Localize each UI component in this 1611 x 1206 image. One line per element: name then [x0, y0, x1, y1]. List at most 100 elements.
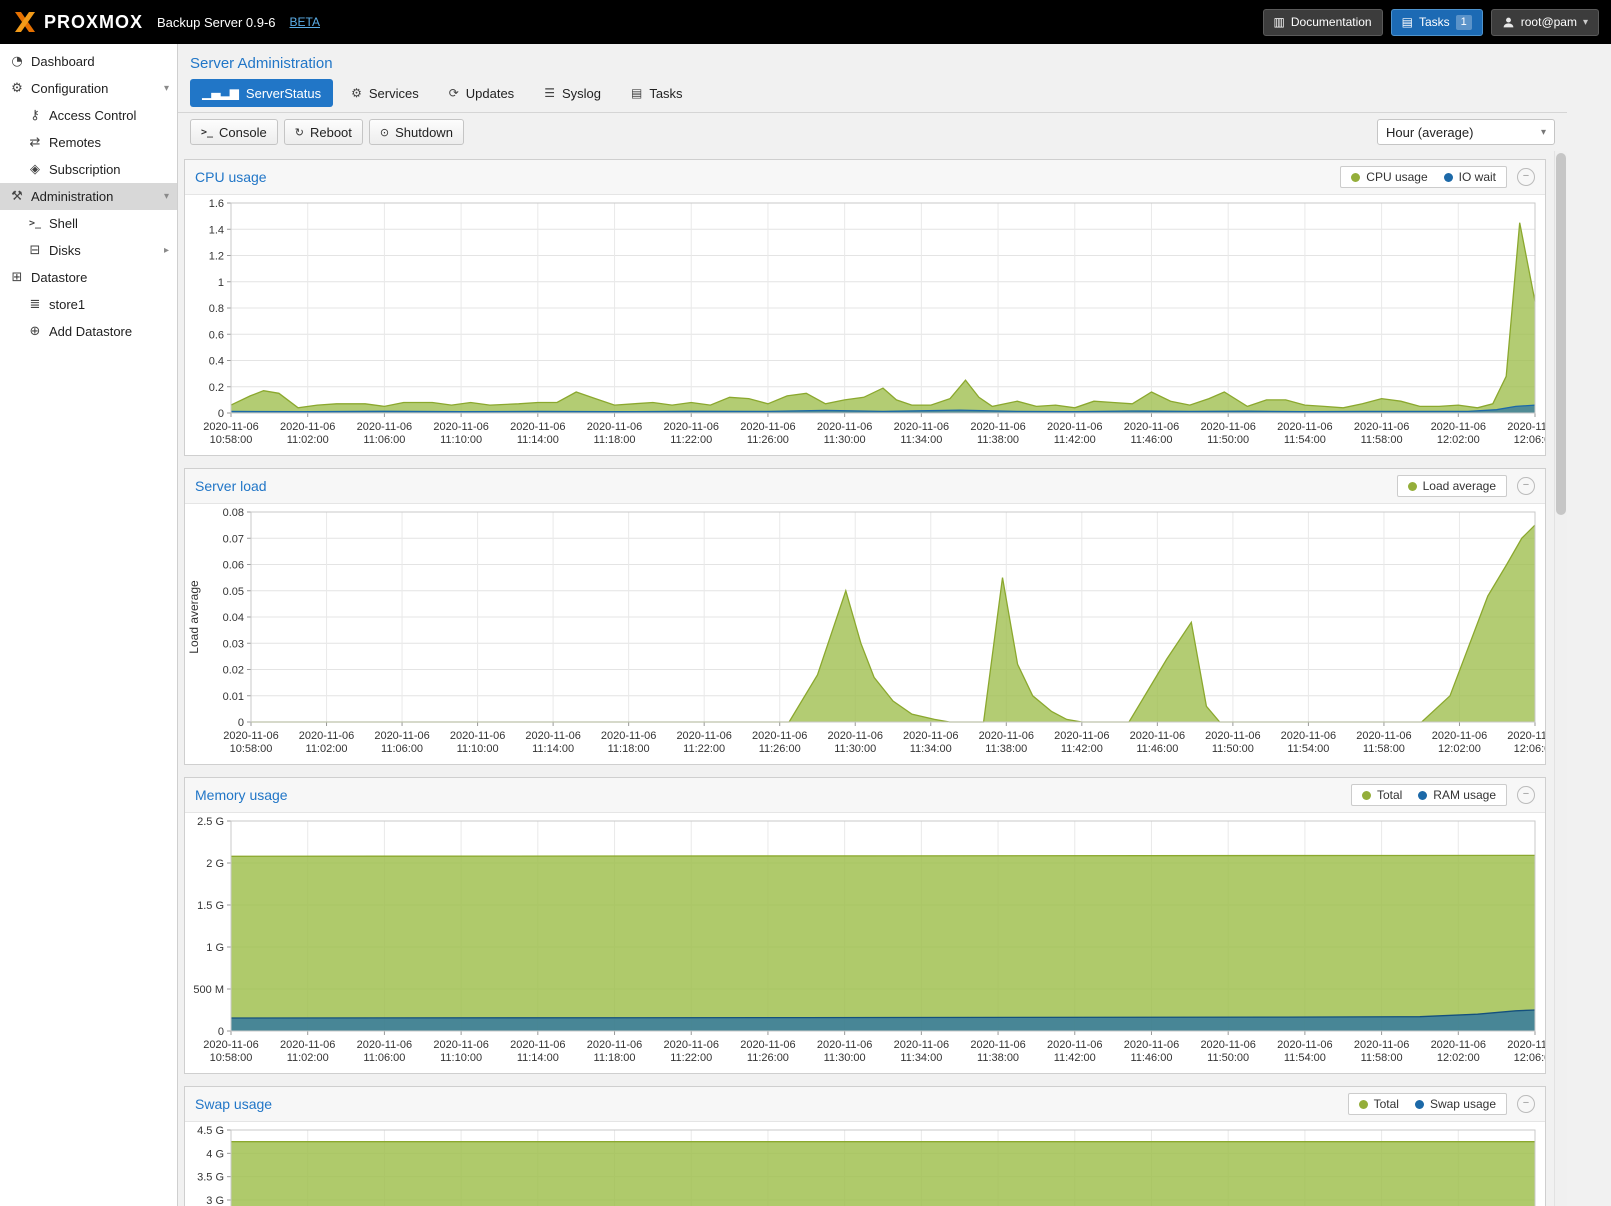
sidebar-item-label: Disks: [49, 243, 81, 258]
svg-text:1 G: 1 G: [206, 942, 224, 954]
svg-text:0.03: 0.03: [223, 638, 244, 650]
sidebar-item-administration[interactable]: ⚒ Administration ▾: [0, 183, 177, 210]
documentation-button[interactable]: ▥ Documentation: [1263, 9, 1383, 36]
sidebar-item-subscription[interactable]: ◈ Subscription: [0, 156, 177, 183]
svg-text:12:02:00: 12:02:00: [1437, 1052, 1480, 1064]
sidebar-item-label: Access Control: [49, 108, 136, 123]
svg-text:11:22:00: 11:22:00: [683, 743, 725, 755]
legend-dot: [1415, 1100, 1424, 1109]
svg-text:11:18:00: 11:18:00: [594, 1052, 636, 1064]
sidebar-item-remotes[interactable]: ⇄ Remotes: [0, 129, 177, 156]
sidebar-item-label: Add Datastore: [49, 324, 132, 339]
collapse-icon[interactable]: −: [1517, 786, 1535, 804]
sidebar-item-shell[interactable]: >_ Shell: [0, 210, 177, 237]
reboot-icon: ↻: [295, 126, 304, 139]
tab-services[interactable]: ⚙ Services: [339, 79, 431, 107]
svg-text:1.6: 1.6: [209, 198, 224, 210]
svg-text:11:26:00: 11:26:00: [759, 743, 801, 755]
svg-text:2020-11-06: 2020-11-06: [203, 1039, 258, 1051]
beta-link[interactable]: BETA: [290, 15, 320, 29]
svg-text:11:10:00: 11:10:00: [440, 434, 482, 446]
subscription-icon: ◈: [26, 162, 44, 177]
documentation-label: Documentation: [1291, 15, 1372, 29]
svg-text:2020-11-06: 2020-11-06: [510, 1039, 565, 1051]
reboot-label: Reboot: [310, 125, 352, 140]
svg-text:11:34:00: 11:34:00: [900, 434, 942, 446]
svg-text:11:10:00: 11:10:00: [440, 1052, 482, 1064]
app-window: PROXMOX Backup Server 0.9-6 BETA ▥ Docum…: [0, 0, 1611, 1206]
tasks-button[interactable]: ▤ Tasks 1: [1391, 9, 1483, 36]
svg-text:11:30:00: 11:30:00: [824, 434, 866, 446]
svg-text:11:10:00: 11:10:00: [457, 743, 499, 755]
svg-text:2020-11-06: 2020-11-06: [510, 421, 565, 433]
svg-text:12:02:00: 12:02:00: [1438, 743, 1481, 755]
sidebar-item-dashboard[interactable]: ◔ Dashboard: [0, 48, 177, 75]
sidebar-item-configuration[interactable]: ⚙ Configuration ▾: [0, 75, 177, 102]
collapse-icon[interactable]: −: [1517, 168, 1535, 186]
svg-text:11:26:00: 11:26:00: [747, 1052, 789, 1064]
legend-item[interactable]: Total: [1359, 1097, 1399, 1111]
svg-text:2020-11-06: 2020-11-06: [280, 421, 335, 433]
legend-dot: [1351, 173, 1360, 182]
main-panel: Server Administration ▁▄▂▆ ServerStatus …: [178, 44, 1611, 1206]
tab-serverstatus[interactable]: ▁▄▂▆ ServerStatus: [190, 79, 333, 107]
svg-text:2020-11-06: 2020-11-06: [1124, 421, 1179, 433]
svg-text:11:50:00: 11:50:00: [1207, 1052, 1249, 1064]
sidebar-item-label: Dashboard: [31, 54, 95, 69]
svg-text:2020-11-06: 2020-11-06: [1432, 730, 1487, 742]
sidebar-item-access-control[interactable]: ⚷ Access Control: [0, 102, 177, 129]
tab-tasks[interactable]: ▤ Tasks: [619, 79, 695, 107]
toolbar: >_ Console ↻ Reboot ⊙ Shutdown Hour (ave…: [178, 113, 1567, 151]
shutdown-button[interactable]: ⊙ Shutdown: [369, 119, 464, 145]
svg-text:2020-11-06: 2020-11-06: [740, 421, 795, 433]
collapse-icon[interactable]: −: [1517, 1095, 1535, 1113]
chevron-down-icon[interactable]: ▾: [164, 83, 169, 94]
sidebar-item-datastore[interactable]: ⊞ Datastore: [0, 264, 177, 291]
svg-text:11:14:00: 11:14:00: [517, 434, 559, 446]
svg-text:2020-11-06: 2020-11-06: [752, 730, 807, 742]
chevron-down-icon[interactable]: ▾: [164, 191, 169, 202]
svg-text:11:30:00: 11:30:00: [824, 1052, 866, 1064]
svg-text:0.08: 0.08: [223, 507, 244, 519]
svg-text:1.4: 1.4: [209, 224, 224, 236]
svg-text:11:22:00: 11:22:00: [670, 1052, 712, 1064]
console-button[interactable]: >_ Console: [190, 119, 278, 145]
svg-text:2.5 G: 2.5 G: [197, 816, 224, 828]
legend-item[interactable]: Load average: [1408, 479, 1496, 493]
legend-item[interactable]: RAM usage: [1418, 788, 1496, 802]
terminal-icon: >_: [201, 127, 213, 138]
panel-title: Swap usage: [195, 1096, 272, 1112]
tasks-count-badge: 1: [1456, 15, 1472, 30]
legend-item[interactable]: Total: [1362, 788, 1402, 802]
collapse-icon[interactable]: −: [1517, 477, 1535, 495]
svg-text:12:02:00: 12:02:00: [1437, 434, 1480, 446]
svg-text:1: 1: [218, 277, 224, 289]
svg-text:11:54:00: 11:54:00: [1287, 743, 1329, 755]
sidebar-item-add-datastore[interactable]: ⊕ Add Datastore: [0, 318, 177, 345]
sidebar-nav: ◔ Dashboard ⚙ Configuration ▾ ⚷ Access C…: [0, 44, 178, 1206]
svg-text:2020-11-06: 2020-11-06: [203, 421, 258, 433]
scrollbar-thumb[interactable]: [1556, 153, 1566, 515]
tab-updates[interactable]: ⟳ Updates: [437, 79, 526, 107]
svg-text:500 M: 500 M: [193, 984, 224, 996]
user-menu-button[interactable]: root@pam ▾: [1491, 9, 1599, 36]
proxmox-logo: PROXMOX: [12, 10, 143, 34]
legend-item[interactable]: Swap usage: [1415, 1097, 1496, 1111]
timeframe-select[interactable]: Hour (average) ▾: [1377, 119, 1555, 145]
sidebar-item-label: Datastore: [31, 270, 87, 285]
svg-text:2020-11-06: 2020-11-06: [894, 421, 949, 433]
svg-text:11:30:00: 11:30:00: [834, 743, 876, 755]
chart-legend: Total RAM usage: [1351, 784, 1507, 806]
legend-item[interactable]: IO wait: [1444, 170, 1496, 184]
tab-syslog[interactable]: ☰ Syslog: [532, 79, 613, 107]
sidebar-item-store1[interactable]: ≣ store1: [0, 291, 177, 318]
sidebar-item-disks[interactable]: ⊟ Disks ▸: [0, 237, 177, 264]
legend-dot: [1444, 173, 1453, 182]
reboot-button[interactable]: ↻ Reboot: [284, 119, 363, 145]
chevron-right-icon[interactable]: ▸: [164, 245, 169, 256]
svg-text:2020-11-06: 2020-11-06: [280, 1039, 335, 1051]
svg-text:10:58:00: 10:58:00: [230, 743, 273, 755]
vertical-scrollbar[interactable]: [1554, 151, 1567, 1206]
legend-item[interactable]: CPU usage: [1351, 170, 1427, 184]
svg-text:2020-11-06: 2020-11-06: [828, 730, 883, 742]
